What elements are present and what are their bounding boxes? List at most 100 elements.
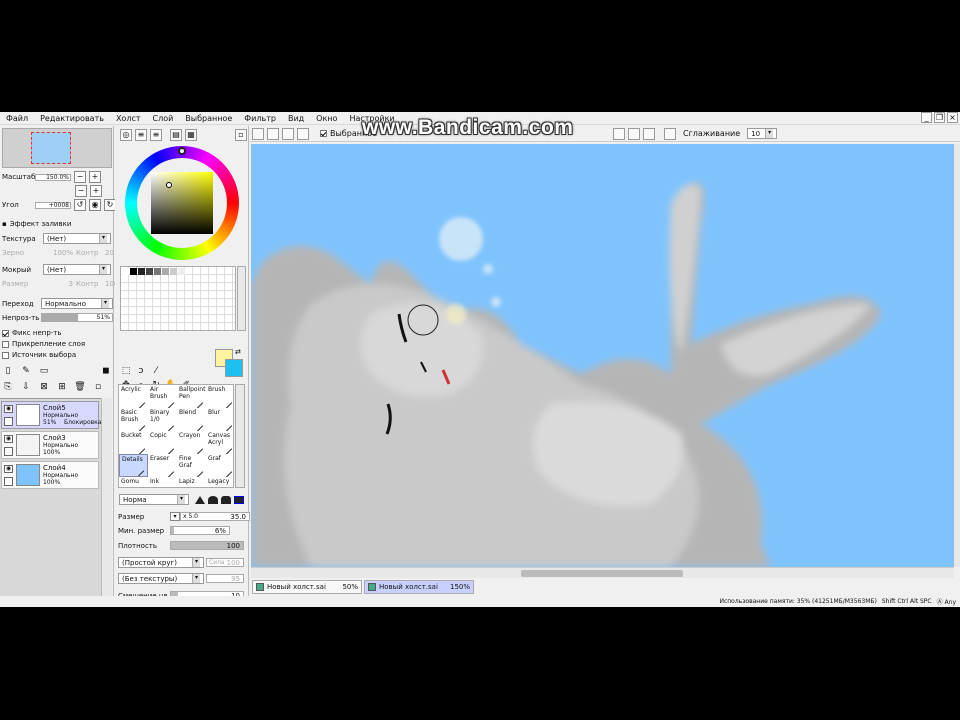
- color-swatches[interactable]: [120, 266, 236, 331]
- background-color[interactable]: [225, 359, 243, 377]
- copy-layer-icon[interactable]: ⎘: [2, 382, 14, 394]
- brush-mode-combo[interactable]: Норма ▾: [119, 494, 189, 505]
- brush-shape-triangle-icon[interactable]: [195, 496, 205, 504]
- edit-pen-icon[interactable]: [4, 417, 13, 426]
- size-multiplier-icon[interactable]: ▾: [170, 512, 180, 521]
- fill-effect-title[interactable]: ▪ Эффект заливки: [2, 220, 71, 228]
- brush-lapiz[interactable]: Lapiz: [177, 477, 206, 487]
- layer-item[interactable]: ◉ Слой5 Нормально 51% Блокировка: [1, 401, 101, 429]
- smoothing-combo[interactable]: 10 ▾: [747, 128, 778, 139]
- menu-window[interactable]: Окно: [310, 114, 343, 123]
- check-preserve-opacity[interactable]: Фикс непр-ть: [2, 329, 62, 337]
- swatch[interactable]: [170, 268, 177, 275]
- density-slider[interactable]: 100: [170, 541, 244, 550]
- merge-icon[interactable]: ⊞: [56, 382, 68, 394]
- brush-gomu[interactable]: Gomu: [119, 477, 148, 487]
- brush-brush[interactable]: Brush: [206, 385, 233, 408]
- min-size-slider[interactable]: 6%: [170, 526, 230, 535]
- brush-eraser[interactable]: Eraser: [148, 454, 177, 477]
- brush-size-slider[interactable]: x 5.0 35.0: [180, 512, 250, 521]
- swatch[interactable]: [146, 268, 153, 275]
- checkbox[interactable]: [2, 340, 9, 348]
- menu-edit[interactable]: Редактировать: [34, 114, 110, 123]
- color-settings-icon[interactable]: ▫: [235, 129, 247, 141]
- rect-select-icon[interactable]: ⬚: [120, 366, 132, 378]
- new-layer-icon[interactable]: ▯: [2, 366, 14, 378]
- check-selection-source[interactable]: Источник выбора: [2, 351, 76, 359]
- brush-crayon[interactable]: Crayon: [177, 431, 206, 454]
- zoom-reset-button[interactable]: −: [75, 185, 87, 197]
- visibility-eye-icon[interactable]: ◉: [4, 465, 13, 473]
- menu-layer[interactable]: Слой: [147, 114, 180, 123]
- minimize-icon[interactable]: _: [921, 112, 932, 123]
- rotate-left-icon[interactable]: ↺: [74, 199, 86, 211]
- opacity-slider[interactable]: 51%: [41, 313, 113, 322]
- brush-binary-1-0[interactable]: Binary 1/0: [148, 408, 177, 431]
- brush-blur[interactable]: Blur: [206, 408, 233, 431]
- invert-selection-icon[interactable]: [297, 127, 309, 140]
- zoom-box[interactable]: [613, 127, 625, 140]
- brush-legacy[interactable]: Legacy: [206, 477, 233, 487]
- layer-mask-icon[interactable]: ◼: [100, 366, 112, 378]
- lasso-icon[interactable]: ↄ: [135, 366, 147, 378]
- wet-combo[interactable]: (Нет) ▾: [43, 264, 111, 275]
- zoom-slider[interactable]: 150.0%: [35, 173, 71, 181]
- brush-scrollbar[interactable]: [235, 384, 245, 488]
- brush-ink[interactable]: Ink: [148, 477, 177, 487]
- swatch-mode-icon[interactable]: ▤: [170, 129, 182, 141]
- undo-icon[interactable]: [252, 127, 264, 140]
- visibility-eye-icon[interactable]: ◉: [4, 435, 13, 443]
- menu-view[interactable]: Вид: [282, 114, 310, 123]
- checkbox[interactable]: [2, 329, 9, 337]
- brush-shape-combo[interactable]: (Простой круг) ▾: [118, 557, 204, 568]
- vertical-scrollbar[interactable]: [954, 144, 960, 567]
- hsv-slider-mode-icon[interactable]: ≡: [150, 129, 162, 141]
- rotate-box[interactable]: [628, 127, 640, 140]
- swatch[interactable]: [178, 268, 185, 275]
- brush-acrylic[interactable]: Acrylic: [119, 385, 148, 408]
- clear-layer-icon[interactable]: ⊠: [38, 382, 50, 394]
- rotate-reset-icon[interactable]: ◉: [89, 199, 101, 211]
- zoom-in-button[interactable]: +: [89, 171, 101, 183]
- blend-mode-combo[interactable]: Нормально ▾: [41, 298, 113, 309]
- layer-item[interactable]: ◉ Слой3 Нормально 100%: [1, 431, 99, 459]
- drawing-canvas[interactable]: [251, 144, 954, 567]
- edit-pen-icon[interactable]: [4, 447, 13, 456]
- brush-fine-graf[interactable]: Fine Graf: [177, 454, 206, 477]
- redo-icon[interactable]: [267, 127, 279, 140]
- new-folder-icon[interactable]: ▭: [38, 366, 50, 378]
- zoom-out-button[interactable]: −: [74, 171, 86, 183]
- angle-slider[interactable]: +0008: [35, 201, 71, 209]
- merge-down-icon[interactable]: ⇩: [20, 382, 32, 394]
- swatch[interactable]: [122, 268, 129, 275]
- layer-scrollbar[interactable]: [101, 398, 112, 607]
- brush-graf[interactable]: Graf: [206, 454, 233, 477]
- brush-shape-square-icon[interactable]: [234, 496, 244, 504]
- menu-file[interactable]: Файл: [0, 114, 34, 123]
- shape-strength-slider[interactable]: Сила 100: [206, 558, 244, 567]
- rgb-slider-mode-icon[interactable]: ≡: [135, 129, 147, 141]
- texture-combo[interactable]: (Нет) ▾: [43, 233, 111, 244]
- edit-pen-icon[interactable]: [4, 477, 13, 486]
- delete-layer-icon[interactable]: 🗑: [74, 382, 86, 394]
- swap-colors-icon[interactable]: ⇄: [235, 348, 241, 356]
- menu-filter[interactable]: Фильтр: [238, 114, 282, 123]
- flip-box[interactable]: [643, 127, 655, 140]
- horizontal-scrollbar[interactable]: [251, 567, 954, 578]
- visibility-eye-icon[interactable]: ◉: [4, 405, 13, 413]
- tab-canvas-1[interactable]: Новый холст.sai 50%: [252, 580, 362, 594]
- checkbox[interactable]: [2, 351, 9, 359]
- menu-canvas[interactable]: Холст: [110, 114, 147, 123]
- color-wheel-mode-icon[interactable]: ◎: [120, 129, 132, 141]
- hide-icon[interactable]: ▫: [92, 382, 104, 394]
- deselect-icon[interactable]: [282, 127, 294, 140]
- brush-blend[interactable]: Blend: [177, 408, 206, 431]
- restore-icon[interactable]: ❐: [934, 112, 945, 123]
- layer-item[interactable]: ◉ Слой4 Нормально 100%: [1, 461, 99, 489]
- scratchpad-mode-icon[interactable]: ▦: [185, 129, 197, 141]
- hue-marker[interactable]: [178, 147, 186, 155]
- brush-air-brush[interactable]: Air Brush: [148, 385, 177, 408]
- brush-shape-round-icon[interactable]: [208, 496, 218, 504]
- navigator-preview[interactable]: [2, 128, 112, 168]
- sv-marker[interactable]: [166, 182, 172, 188]
